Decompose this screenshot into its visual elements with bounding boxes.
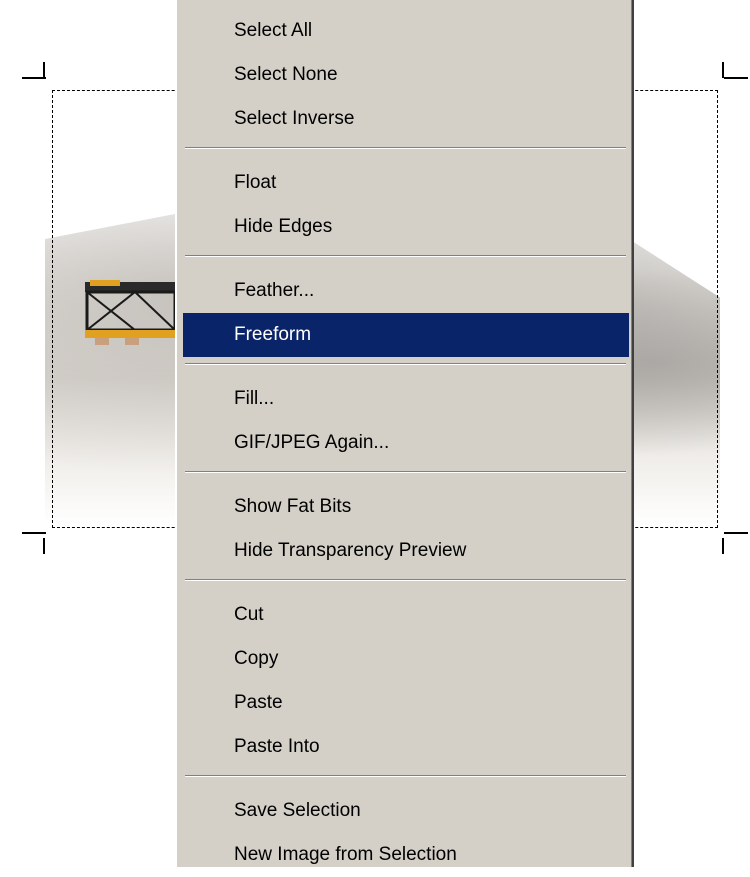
- menu-item-select-none[interactable]: Select None: [183, 53, 629, 97]
- menu-item-float[interactable]: Float: [183, 161, 629, 205]
- menu-item-cut[interactable]: Cut: [183, 593, 629, 637]
- menu-item-freeform[interactable]: Freeform: [183, 313, 629, 357]
- menu-item-hide-transparency-preview[interactable]: Hide Transparency Preview: [183, 529, 629, 573]
- menu-item-hide-edges[interactable]: Hide Edges: [183, 205, 629, 249]
- crop-mark-br-h: [724, 532, 748, 534]
- context-menu: Select All Select None Select Inverse Float…: [175, 0, 634, 867]
- menu-separator: [185, 363, 626, 365]
- crop-mark-bl-h: [22, 532, 46, 534]
- menu-item-paste-into[interactable]: Paste Into: [183, 725, 629, 769]
- menu-separator: [185, 147, 626, 149]
- crop-mark-tr-h: [724, 77, 748, 79]
- menu-item-fill[interactable]: Fill...: [183, 377, 629, 421]
- menu-item-gif-jpeg-again[interactable]: GIF/JPEG Again...: [183, 421, 629, 465]
- menu-item-paste[interactable]: Paste: [183, 681, 629, 725]
- menu-item-show-fat-bits[interactable]: Show Fat Bits: [183, 485, 629, 529]
- menu-item-select-all[interactable]: Select All: [183, 9, 629, 53]
- crop-mark-bl-v: [43, 538, 45, 554]
- menu-item-new-image-from-selection[interactable]: New Image from Selection: [183, 833, 629, 877]
- menu-separator: [185, 255, 626, 257]
- menu-item-copy[interactable]: Copy: [183, 637, 629, 681]
- crop-mark-tr-v: [722, 62, 724, 78]
- crop-mark-tl-v: [43, 62, 45, 78]
- crop-mark-br-v: [722, 538, 724, 554]
- menu-separator: [185, 775, 626, 777]
- menu-item-save-selection[interactable]: Save Selection: [183, 789, 629, 833]
- menu-item-select-inverse[interactable]: Select Inverse: [183, 97, 629, 141]
- menu-item-feather[interactable]: Feather...: [183, 269, 629, 313]
- menu-separator: [185, 471, 626, 473]
- menu-separator: [185, 579, 626, 581]
